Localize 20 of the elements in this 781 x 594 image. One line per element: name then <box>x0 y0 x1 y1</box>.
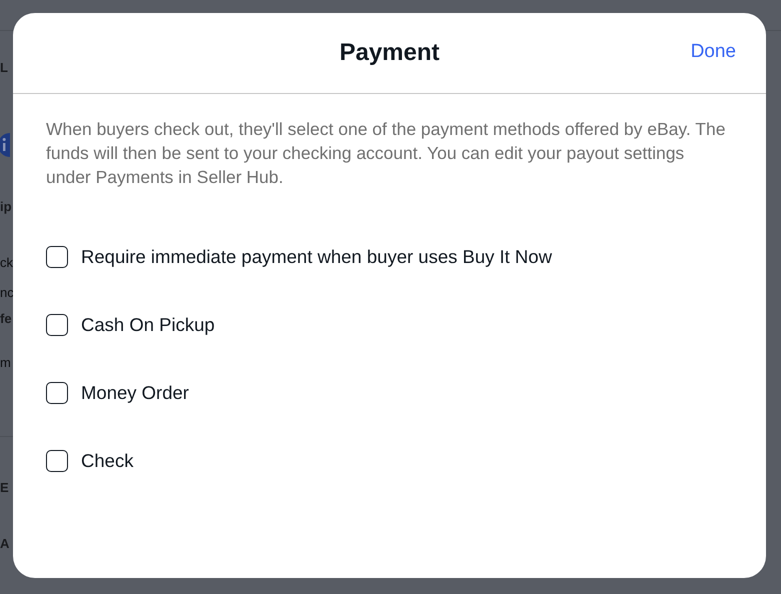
background-text: A <box>0 536 10 552</box>
option-label: Cash On Pickup <box>81 314 215 336</box>
done-button[interactable]: Done <box>690 41 736 63</box>
background-text: ck <box>0 255 13 271</box>
option-label: Money Order <box>81 382 189 404</box>
option-label: Require immediate payment when buyer uses Buy It Now <box>81 246 552 268</box>
dialog-title: Payment <box>339 39 440 67</box>
background-text: nc <box>0 285 13 301</box>
background-text: L <box>0 60 9 76</box>
checkbox[interactable] <box>46 450 68 472</box>
background-text: E <box>0 480 10 496</box>
checkbox[interactable] <box>46 314 68 336</box>
background-text: m <box>0 355 12 371</box>
option-label: Check <box>81 450 134 472</box>
background-text: fe <box>0 311 13 327</box>
checkbox[interactable] <box>46 382 68 404</box>
background-text: ip <box>0 199 13 215</box>
description-text: When buyers check out, they'll select one of the payment methods offered by eBay. The funds will then be sent to your checking account. You can edit your payout settings under Payments in Seller Hub. <box>46 118 726 189</box>
checkbox[interactable] <box>46 246 68 268</box>
info-icon <box>0 133 10 157</box>
